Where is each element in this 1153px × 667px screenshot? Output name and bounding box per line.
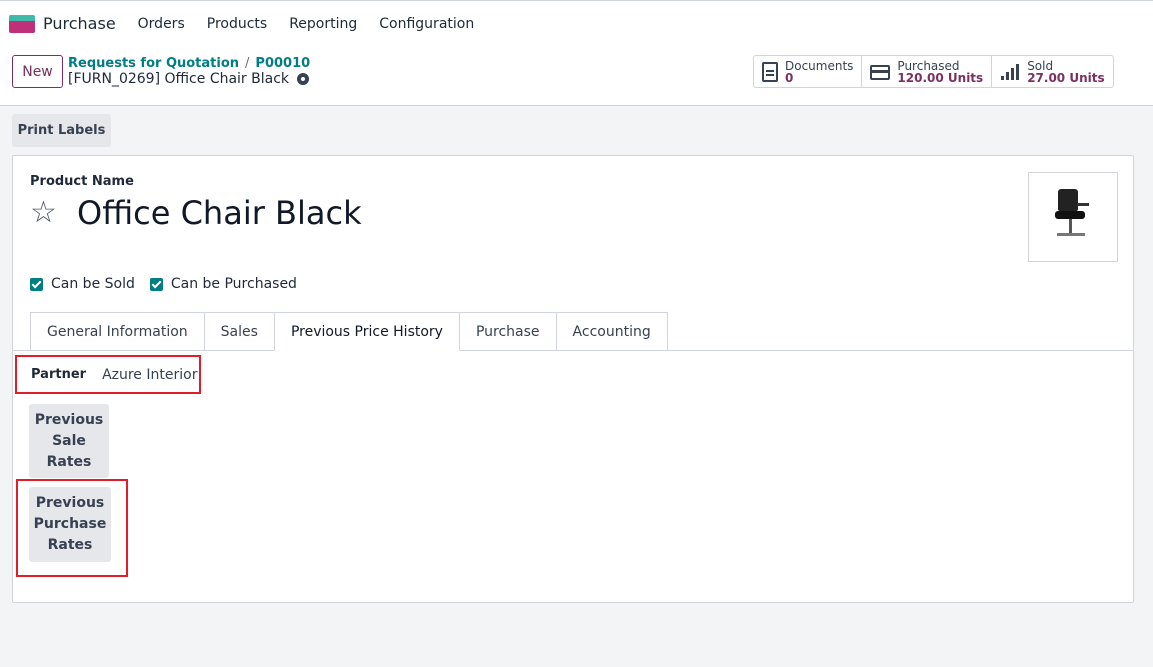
purchased-label: Purchased — [897, 58, 960, 73]
credit-card-icon — [870, 65, 891, 80]
tab-accounting[interactable]: Accounting — [555, 312, 668, 351]
new-button[interactable]: New — [12, 55, 63, 88]
sold-value: 27.00 Units — [1027, 70, 1105, 85]
menu-orders[interactable]: Orders — [138, 16, 185, 32]
partner-input[interactable]: Azure Interior — [102, 367, 197, 383]
tab-general-information[interactable]: General Information — [30, 312, 205, 351]
breadcrumb-separator: / — [245, 56, 250, 71]
purchase-app-icon[interactable] — [9, 14, 35, 33]
partner-field: Partner Azure Interior — [15, 355, 201, 394]
product-options: Can be Sold Can be Purchased — [30, 276, 312, 292]
breadcrumb: Requests for Quotation / P00010 — [68, 56, 310, 71]
product-image[interactable] — [1028, 172, 1118, 262]
print-labels-button[interactable]: Print Labels — [12, 114, 111, 147]
partner-label: Partner — [31, 367, 87, 382]
purchased-value: 120.00 Units — [897, 70, 984, 85]
documents-count: 0 — [785, 70, 794, 85]
previous-sale-rates-line: Previous — [34, 411, 104, 428]
checkbox-checked-icon[interactable] — [149, 277, 163, 291]
previous-sale-rates-line: Rates — [46, 453, 92, 470]
record-title-text: [FURN_0269] Office Chair Black — [68, 71, 290, 87]
app-name[interactable]: Purchase — [43, 14, 116, 33]
previous-purchase-rates-line: Purchase — [33, 516, 107, 532]
smart-buttons: Documents 0 Purchased 120.00 Units Sold … — [753, 55, 1114, 88]
product-name-field[interactable]: Office Chair Black — [77, 194, 362, 232]
sold-smart-button[interactable]: Sold 27.00 Units — [992, 56, 1112, 87]
product-form-sheet: Product Name ☆ Office Chair Black Can be… — [12, 155, 1134, 603]
documents-smart-button[interactable]: Documents 0 — [754, 56, 863, 87]
signal-bars-icon — [1000, 62, 1020, 82]
previous-purchase-rates-button[interactable]: Previous Purchase Rates — [29, 487, 111, 562]
sold-label: Sold — [1027, 58, 1054, 73]
document-icon — [762, 61, 778, 82]
breadcrumb-rfq-link[interactable]: Requests for Quotation — [68, 56, 239, 71]
tab-purchase[interactable]: Purchase — [458, 312, 557, 351]
previous-purchase-rates-line: Rates — [47, 537, 93, 553]
can-be-purchased-checkbox[interactable]: Can be Purchased — [149, 276, 297, 292]
tab-previous-price-history[interactable]: Previous Price History — [273, 312, 460, 351]
previous-purchase-rates-line: Previous — [35, 495, 105, 511]
checkbox-checked-icon[interactable] — [30, 277, 43, 291]
gear-icon[interactable] — [297, 73, 310, 85]
purchased-smart-button[interactable]: Purchased 120.00 Units — [862, 56, 993, 87]
menu-reporting[interactable]: Reporting — [289, 16, 357, 32]
can-be-sold-checkbox[interactable]: Can be Sold — [30, 276, 135, 292]
breadcrumb-order-link[interactable]: P00010 — [255, 56, 310, 71]
menu-products[interactable]: Products — [207, 16, 267, 32]
record-title: [FURN_0269] Office Chair Black — [68, 71, 310, 87]
tab-sales[interactable]: Sales — [203, 312, 275, 351]
previous-sale-rates-line: Sale — [52, 432, 86, 449]
can-be-sold-label: Can be Sold — [51, 276, 135, 292]
control-panel: New Requests for Quotation / P00010 [FURN_… — [0, 46, 1153, 106]
previous-sale-rates-button[interactable]: Previous Sale Rates — [29, 404, 109, 478]
product-name-label: Product Name — [30, 174, 134, 189]
menu-configuration[interactable]: Configuration — [379, 16, 474, 32]
notebook-tabs: General Information Sales Previous Price… — [30, 312, 668, 351]
star-icon[interactable]: ☆ — [30, 196, 57, 230]
top-navbar: Purchase Orders Products Reporting Confi… — [0, 0, 1153, 46]
can-be-purchased-label: Can be Purchased — [170, 276, 297, 292]
documents-label: Documents — [785, 58, 854, 73]
